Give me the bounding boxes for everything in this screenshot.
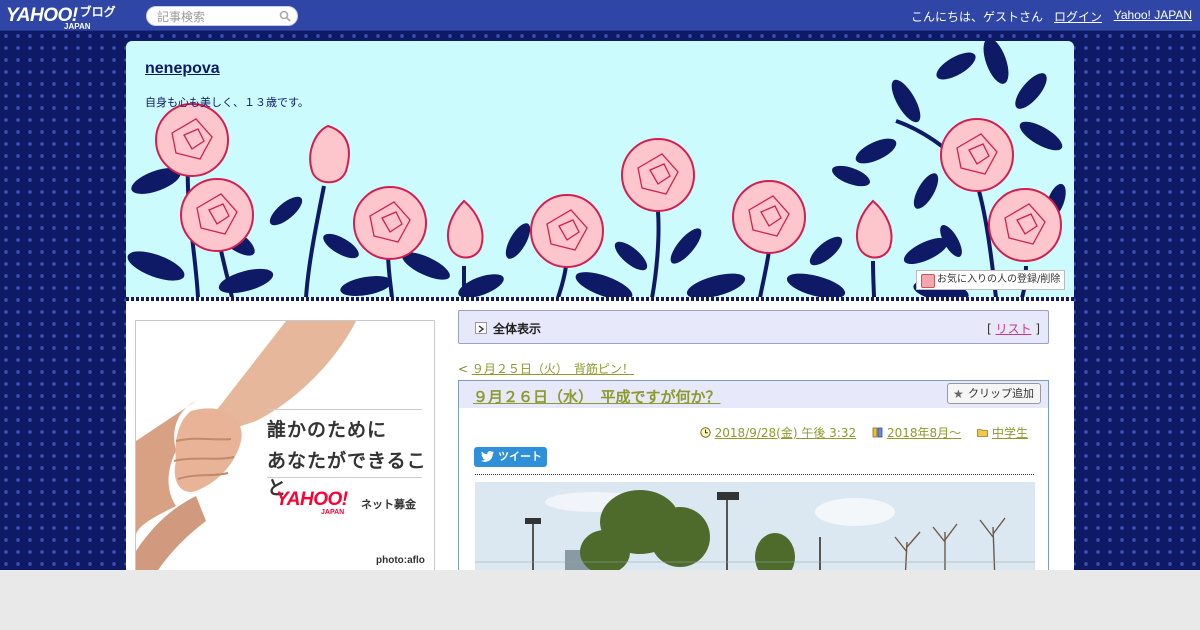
star-icon: ★ [953,387,964,401]
ad-rule-top [267,409,422,410]
folder-icon [977,429,988,437]
post-date-link[interactable]: 2018/9/28(金) 午後 3:32 [715,426,856,440]
search-box [146,6,298,26]
ad-yahoo-logo-sub: JAPAN [321,509,345,516]
search-input[interactable] [155,8,277,26]
full-view-label: 全体表示 [493,322,542,336]
rose-illustration [127,41,1066,298]
ad-yahoo-logo: YAHOO! [276,489,348,510]
blog-description: 自身も心も美しく、１３歳です。 [145,96,309,109]
twitter-bird-icon [481,451,494,462]
ad-service-name: ネット募金 [361,498,416,511]
stadium-photo [475,482,1035,582]
yahoo-japan-link[interactable]: Yahoo! JAPAN [1114,8,1192,22]
article-meta: 2018/9/28(金) 午後 3:32 2018年8月～ 中学生 [699,424,1028,441]
search-icon[interactable] [279,10,291,22]
previous-post-link[interactable]: ９月２５日（火） 背筋ピン！ [472,362,634,376]
logo-sub: JAPAN [64,22,91,31]
list-link-wrapper: [ リスト ] [986,322,1040,336]
book-icon [872,427,883,438]
greeting-text: こんにちは、ゲストさん [910,10,1043,24]
list-link[interactable]: リスト [995,322,1031,336]
tweet-label: ツイート [498,450,542,463]
clip-add-button[interactable]: ★ クリップ追加 [947,383,1041,404]
ad-rule-bottom [267,477,422,478]
previous-post-nav: < ９月２５日（火） 背筋ピン！ [458,360,634,377]
ad-photo-credit: photo:aflo [376,555,425,566]
login-link[interactable]: ログイン [1054,8,1102,25]
logo-blog-label: ブログ [79,5,116,19]
yahoo-blog-logo[interactable]: YAHOO! ブログ JAPAN [6,3,116,31]
favorite-icon [921,274,935,288]
article-photo[interactable] [475,482,1035,582]
clock-icon [699,427,711,438]
blog-title[interactable]: nenepova [145,60,220,78]
category-link[interactable]: 中学生 [992,426,1028,440]
content-area: 誰かのために あなたができること YAHOO! JAPAN ネット募金 phot… [126,301,1074,582]
page-footer-band [0,570,1200,630]
arrow-right-icon [475,322,487,334]
top-bar: YAHOO!ブログ JAPAN こんにちは、ゲストさん ログイン Yahoo! … [0,0,1200,31]
blog-header: nenepova 自身も心も美しく、１３歳です。 お気に入りの人の登録/削除 [126,41,1074,298]
favorite-register-button[interactable]: お気に入りの人の登録/削除 [916,270,1066,290]
prev-arrow: < [458,362,469,376]
favorite-button-label: お気に入りの人の登録/削除 [937,274,1061,285]
tweet-button[interactable]: ツイート [474,447,547,467]
ad-headline-1: 誰かのために [267,419,388,441]
view-mode-bar: 全体表示 [ リスト ] [458,310,1049,344]
article-title[interactable]: ９月２６日（水） 平成ですが何か？ [473,386,721,407]
archive-link[interactable]: 2018年8月～ [887,426,961,440]
ad-banner[interactable]: 誰かのために あなたができること YAHOO! JAPAN ネット募金 phot… [135,320,435,582]
clip-add-label: クリップ追加 [968,387,1034,400]
article: ９月２６日（水） 平成ですが何か？ ★ クリップ追加 2018/9/28(金) … [458,380,1049,582]
dotted-divider [475,474,1034,475]
